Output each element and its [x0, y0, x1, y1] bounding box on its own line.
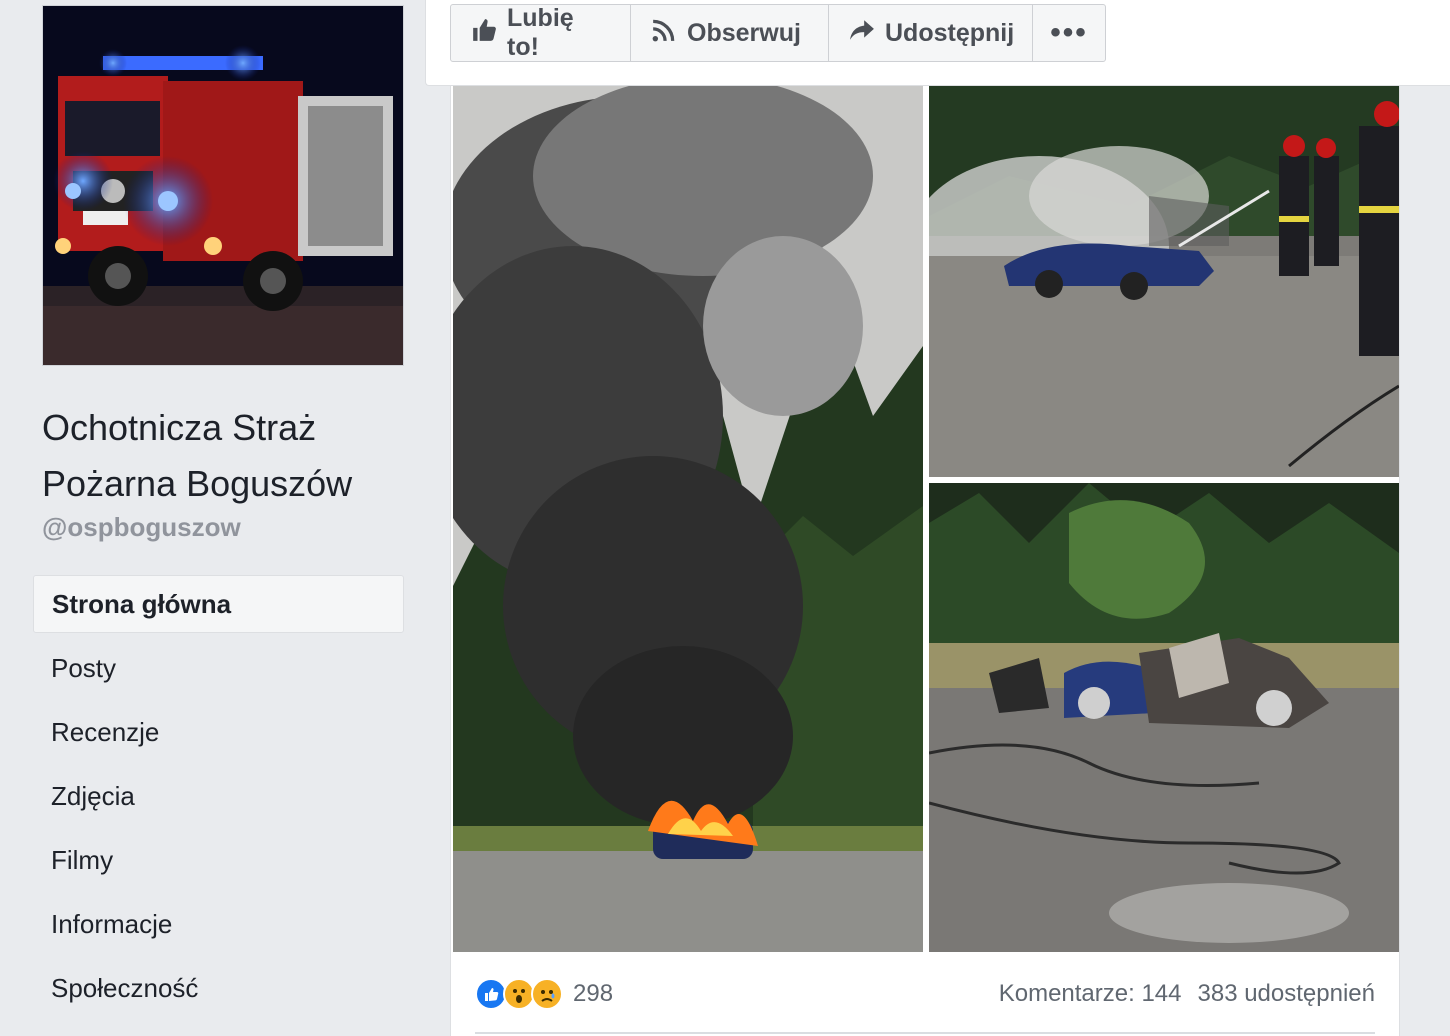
more-options-button[interactable]: •••: [1033, 5, 1105, 61]
shares-count-link[interactable]: 383 udostępnień: [1198, 980, 1376, 1008]
like-label: Lubię to!: [507, 4, 574, 61]
nav-item-home[interactable]: Strona główna: [33, 575, 404, 633]
divider: [475, 1032, 1375, 1034]
burnt-wreck-image: [929, 483, 1399, 952]
fire-truck-image: [43, 6, 403, 365]
follow-label: Obserwuj: [687, 18, 801, 47]
post-photo-burning-car[interactable]: [453, 86, 923, 952]
nav-item-community[interactable]: Społeczność: [33, 959, 404, 1017]
follow-button[interactable]: Obserwuj: [631, 5, 829, 61]
post-photo-burnt-wreck[interactable]: [929, 483, 1399, 952]
thumbs-up-icon: [471, 17, 497, 50]
nav-item-videos[interactable]: Filmy: [33, 831, 404, 889]
share-button[interactable]: Udostępnij: [829, 5, 1033, 61]
nav-item-posts[interactable]: Posty: [33, 639, 404, 697]
page-nav: Strona główna Posty Recenzje Zdjęcia Fil…: [33, 575, 404, 1023]
page-actions-bar: Lubię to! Obserwuj Udostępnij •••: [450, 4, 1106, 62]
sad-reaction-icon: [531, 978, 563, 1010]
like-page-button[interactable]: Lubię to!: [451, 4, 631, 61]
nav-item-photos[interactable]: Zdjęcia: [33, 767, 404, 825]
post-photo-firefighters[interactable]: [929, 86, 1399, 477]
rss-icon: [651, 17, 677, 50]
page-title[interactable]: Ochotnicza Straż Pożarna Boguszów: [42, 400, 412, 512]
page-handle[interactable]: @ospboguszow: [42, 512, 241, 543]
burning-car-image: [453, 86, 923, 952]
reactions-summary[interactable]: 298: [475, 978, 613, 1010]
post-stats-row: 298 Komentarze: 144 383 udostępnień: [475, 966, 1375, 1022]
nav-item-reviews[interactable]: Recenzje: [33, 703, 404, 761]
nav-item-about[interactable]: Informacje: [33, 895, 404, 953]
reaction-count: 298: [573, 980, 614, 1007]
post-engagement-stats: Komentarze: 144 383 udostępnień: [999, 980, 1375, 1008]
profile-picture[interactable]: [42, 5, 404, 366]
more-dots-icon: •••: [1050, 16, 1088, 49]
share-label: Udostępnij: [885, 18, 1015, 47]
firefighters-image: [929, 86, 1399, 477]
left-column: Ochotnicza Straż Pożarna Boguszów @ospbo…: [0, 0, 425, 1036]
comments-count-link[interactable]: Komentarze: 144: [999, 980, 1182, 1008]
share-arrow-icon: [849, 17, 875, 50]
